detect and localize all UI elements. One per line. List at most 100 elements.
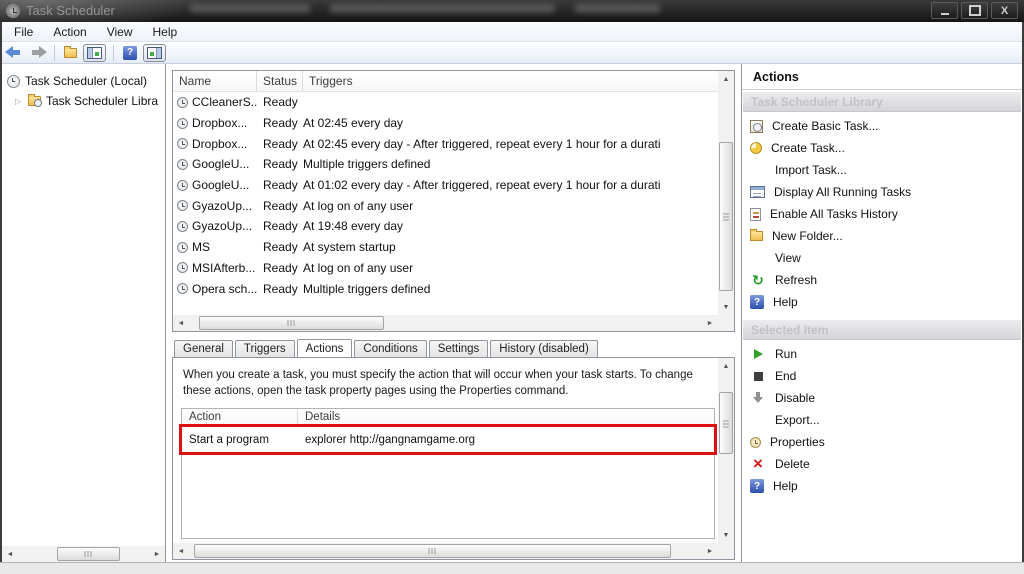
- scroll-left-icon[interactable]: ◄: [173, 315, 189, 331]
- menu-item[interactable]: Action: [43, 23, 96, 41]
- task-name: MS: [192, 240, 210, 254]
- scrollbar-thumb[interactable]: [194, 544, 671, 558]
- window-title: Task Scheduler: [26, 3, 115, 18]
- detail-vertical-scrollbar[interactable]: ▲ ▼: [718, 358, 734, 543]
- tree-item-task-scheduler-local[interactable]: Task Scheduler (Local): [2, 71, 165, 91]
- show-console-tree-button[interactable]: [62, 44, 79, 62]
- scrollbar-thumb[interactable]: [719, 142, 733, 290]
- actions-pane-list: Task Scheduler Library Create Basic Task…: [742, 92, 1022, 497]
- action-item[interactable]: Run: [742, 343, 1022, 365]
- help-button[interactable]: [121, 44, 139, 62]
- highlighted-action-row[interactable]: Start a program explorer http://gangnamg…: [182, 427, 714, 452]
- action-item-label: Properties: [770, 435, 825, 449]
- detail-tab[interactable]: Conditions: [354, 340, 426, 357]
- column-header-details[interactable]: Details: [298, 409, 714, 426]
- detail-tab[interactable]: History (disabled): [490, 340, 597, 357]
- run-icon: [750, 346, 766, 362]
- clock-icon: [7, 75, 20, 88]
- scroll-left-icon[interactable]: ◄: [2, 546, 18, 562]
- back-icon[interactable]: [5, 45, 24, 60]
- expander-icon[interactable]: ▷: [15, 97, 23, 106]
- action-item[interactable]: Display All Running Tasks: [742, 181, 1022, 203]
- column-header-name[interactable]: Name: [173, 71, 257, 91]
- action-item-label: Disable: [775, 391, 815, 405]
- console-tree-pane: Task Scheduler (Local) ▷ Task Scheduler …: [2, 64, 166, 562]
- minimize-button[interactable]: [931, 2, 958, 19]
- window-controls: X: [931, 2, 1018, 19]
- toolbar-separator: [113, 45, 114, 61]
- scrollbar-thumb[interactable]: [719, 392, 733, 453]
- task-name: GyazoUp...: [192, 219, 252, 233]
- scroll-right-icon[interactable]: ►: [149, 546, 165, 562]
- menu-item[interactable]: File: [4, 23, 43, 41]
- action-item[interactable]: Help: [742, 475, 1022, 497]
- detail-tab[interactable]: Actions: [297, 339, 353, 357]
- task-clock-icon: [177, 221, 188, 232]
- action-item[interactable]: Import Task...: [742, 159, 1022, 181]
- column-header-status[interactable]: Status: [257, 71, 303, 91]
- table-row[interactable]: GyazoUp... Ready At 19:48 every day: [173, 216, 718, 237]
- menu-item[interactable]: Help: [143, 23, 188, 41]
- action-item[interactable]: Export...: [742, 409, 1022, 431]
- show-hide-action-pane-button[interactable]: [143, 44, 166, 62]
- maximize-button[interactable]: [961, 2, 988, 19]
- task-clock-icon: [177, 180, 188, 191]
- table-row[interactable]: MSIAfterb... Ready At log on of any user: [173, 258, 718, 279]
- toolbar-separator: [54, 45, 55, 61]
- scroll-right-icon[interactable]: ►: [702, 543, 718, 559]
- table-row[interactable]: Dropbox... Ready At 02:45 every day - Af…: [173, 133, 718, 154]
- table-row[interactable]: GoogleU... Ready Multiple triggers defin…: [173, 154, 718, 175]
- scroll-left-icon[interactable]: ◄: [173, 543, 189, 559]
- show-hide-console-tree-button[interactable]: [83, 44, 106, 62]
- action-item[interactable]: New Folder...: [742, 225, 1022, 247]
- task-list-vertical-scrollbar[interactable]: ▲ ▼: [718, 71, 734, 315]
- action-item[interactable]: Create Task...: [742, 137, 1022, 159]
- action-item[interactable]: Help: [742, 291, 1022, 313]
- actions-tab-content: When you create a task, you must specify…: [172, 357, 735, 560]
- table-row[interactable]: CCleanerS... Ready: [173, 92, 718, 113]
- actions-group-header: Task Scheduler Library: [743, 92, 1021, 112]
- action-item[interactable]: Refresh: [742, 269, 1022, 291]
- window-bottom-strip: [0, 562, 1024, 574]
- table-row[interactable]: Opera sch... Ready Multiple triggers def…: [173, 278, 718, 299]
- table-row[interactable]: GoogleU... Ready At 01:02 every day - Af…: [173, 175, 718, 196]
- scroll-down-icon[interactable]: ▼: [718, 299, 734, 315]
- tree-item-task-scheduler-library[interactable]: ▷ Task Scheduler Libra: [2, 91, 165, 111]
- display-all-running-tasks-icon: [750, 186, 765, 198]
- table-row[interactable]: GyazoUp... Ready At log on of any user: [173, 195, 718, 216]
- action-item[interactable]: Properties: [742, 431, 1022, 453]
- table-row[interactable]: MS Ready At system startup: [173, 237, 718, 258]
- action-item[interactable]: Delete: [742, 453, 1022, 475]
- action-item[interactable]: View: [742, 247, 1022, 269]
- action-item-label: Enable All Tasks History: [770, 207, 898, 221]
- scrollbar-thumb[interactable]: [199, 316, 384, 330]
- action-item[interactable]: End: [742, 365, 1022, 387]
- action-item[interactable]: Disable: [742, 387, 1022, 409]
- detail-tab[interactable]: Triggers: [235, 340, 295, 357]
- scroll-down-icon[interactable]: ▼: [718, 527, 734, 543]
- task-triggers: At 02:45 every day: [303, 116, 718, 130]
- task-triggers: At log on of any user: [303, 199, 718, 213]
- close-button[interactable]: X: [991, 2, 1018, 19]
- detail-tab[interactable]: General: [174, 340, 233, 357]
- scroll-up-icon[interactable]: ▲: [718, 71, 734, 87]
- action-item-label: Export...: [775, 413, 820, 427]
- action-item[interactable]: Create Basic Task...: [742, 115, 1022, 137]
- action-item[interactable]: Enable All Tasks History: [742, 203, 1022, 225]
- task-list-horizontal-scrollbar[interactable]: ◄ ►: [173, 315, 718, 331]
- scroll-right-icon[interactable]: ►: [702, 315, 718, 331]
- task-status: Ready: [257, 240, 303, 254]
- menu-item[interactable]: View: [97, 23, 143, 41]
- column-header-triggers[interactable]: Triggers: [303, 71, 718, 91]
- tree-horizontal-scrollbar[interactable]: ◄ ►: [2, 546, 165, 562]
- actions-table-rows: Start a program explorer http://gangnamg…: [182, 427, 714, 452]
- detail-horizontal-scrollbar[interactable]: ◄ ►: [173, 543, 718, 559]
- window-left-edge: [0, 22, 2, 564]
- properties-icon: [750, 437, 761, 448]
- scrollbar-thumb[interactable]: [57, 547, 120, 561]
- column-header-action[interactable]: Action: [182, 409, 298, 426]
- scroll-up-icon[interactable]: ▲: [718, 358, 734, 374]
- forward-icon[interactable]: [28, 45, 47, 60]
- table-row[interactable]: Dropbox... Ready At 02:45 every day: [173, 113, 718, 134]
- detail-tab[interactable]: Settings: [429, 340, 489, 357]
